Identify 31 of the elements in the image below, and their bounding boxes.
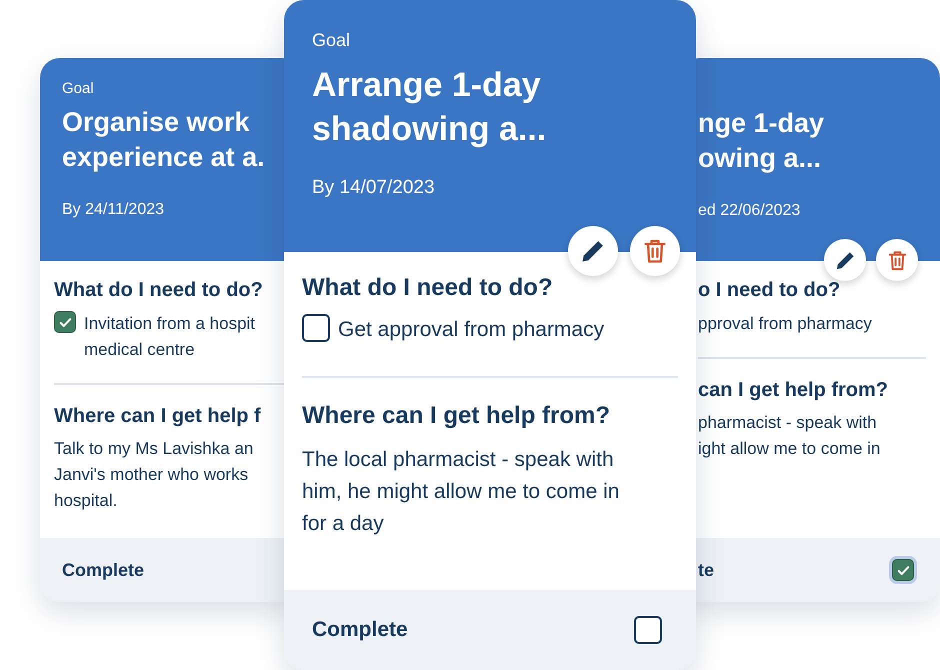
delete-button[interactable] <box>630 226 680 276</box>
help-text: The local pharmacist - speak with him, he might allow me to come in for a day <box>302 447 620 537</box>
complete-checkbox[interactable] <box>634 616 662 644</box>
goal-label: Goal <box>312 30 352 51</box>
complete-label: Complete <box>62 560 144 580</box>
task-text: Invitation from a hospit medical centre <box>84 313 256 361</box>
goal-date: ed 22/06/2023 <box>698 202 802 220</box>
task-text: pproval from pharmacy <box>698 313 872 335</box>
delete-button[interactable] <box>876 239 918 281</box>
task-checkbox[interactable] <box>302 314 330 342</box>
task-checkbox[interactable] <box>54 311 76 333</box>
goal-label: Goal <box>62 80 95 97</box>
complete-label: Complete <box>312 618 408 642</box>
section-heading: What do I need to do? <box>302 274 554 302</box>
goal-title: Organise work experience at a. <box>62 106 266 174</box>
edit-button[interactable] <box>824 239 866 281</box>
complete-checkbox[interactable] <box>892 559 914 581</box>
goal-title: nge 1-day owing a... <box>698 107 826 176</box>
section-heading: o I need to do? <box>698 279 842 302</box>
help-text: pharmacist - speak with ight allow me to come in <box>698 412 882 460</box>
section-heading: can I get help from? <box>698 379 890 402</box>
complete-label: te <box>698 560 714 580</box>
goal-title: Arrange 1-day shadowing a... <box>312 65 548 150</box>
goal-date: By 24/11/2023 <box>62 201 166 220</box>
section-heading: Where can I get help f <box>54 405 262 428</box>
section-heading: What do I need to do? <box>54 279 264 302</box>
help-text: Talk to my Ms Lavishka an Janvi's mother who works hospital. <box>54 438 254 512</box>
section-heading: Where can I get help from? <box>302 402 612 430</box>
goal-date: By 14/07/2023 <box>312 177 436 200</box>
edit-button[interactable] <box>568 226 618 276</box>
task-text: Get approval from pharmacy <box>338 317 604 343</box>
